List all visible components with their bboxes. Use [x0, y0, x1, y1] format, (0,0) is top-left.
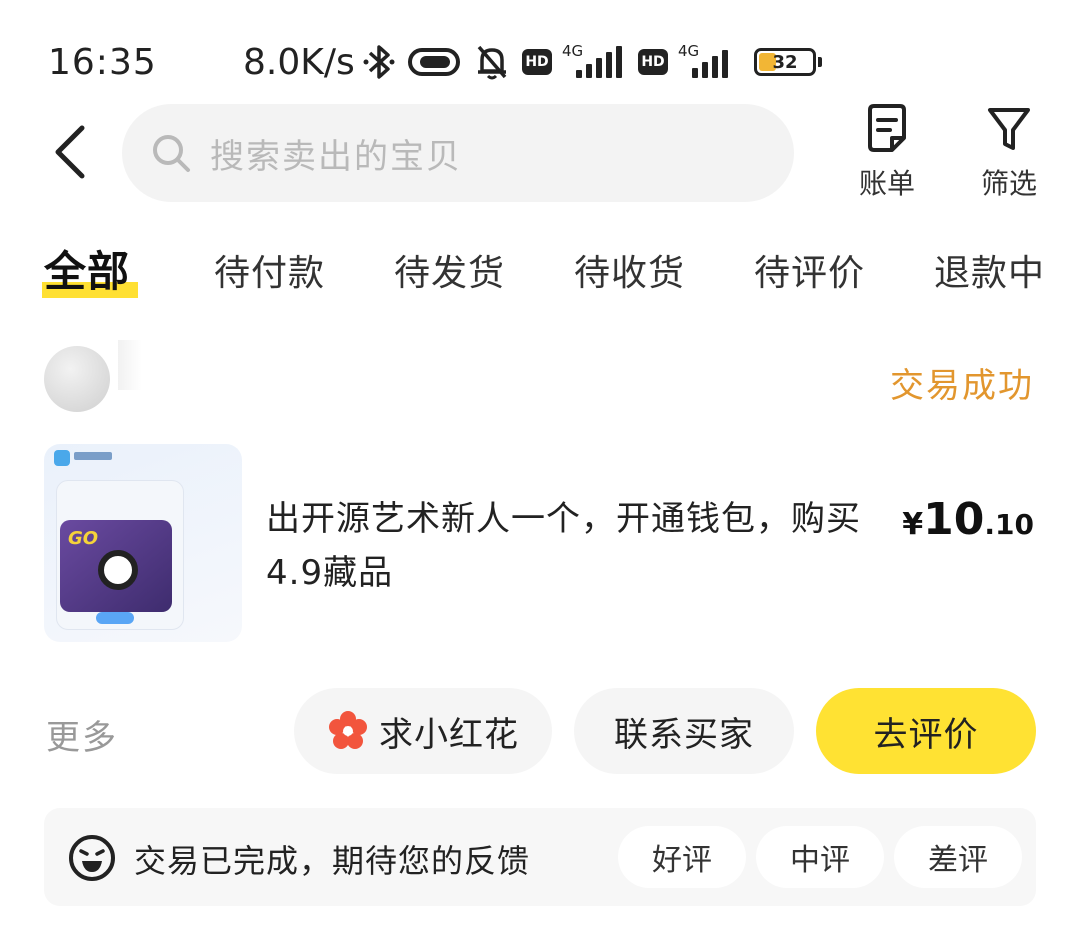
signal-icon: 4G — [562, 42, 628, 82]
ask-flower-label: 求小红花 — [379, 714, 519, 755]
rating-bad-button[interactable]: 差评 — [894, 826, 1022, 888]
order-tabs: 全部 待付款 待发货 待收货 待评价 退款中 — [0, 236, 1080, 306]
search-input[interactable]: 搜索卖出的宝贝 — [122, 104, 794, 202]
artwork-lettering: GO — [68, 528, 99, 549]
search-placeholder: 搜索卖出的宝贝 — [210, 136, 462, 177]
back-button[interactable] — [50, 122, 100, 182]
status-bar: 16:35 8.0K/s HD 4G HD 4G 32 — [0, 0, 1080, 110]
filter-label: 筛选 — [980, 167, 1037, 200]
product-title[interactable]: 出开源艺术新人一个，开通钱包，购买4.9藏品 — [266, 492, 886, 600]
battery-icon: 32 — [754, 48, 816, 76]
signal-icon: 4G — [678, 42, 744, 82]
flower-icon — [329, 711, 367, 749]
network-speed: 8.0K/s — [243, 42, 355, 83]
battery-level: 32 — [772, 51, 798, 73]
product-thumbnail[interactable]: GO — [44, 444, 242, 642]
rating-good-button[interactable]: 好评 — [618, 826, 746, 888]
tab-refunding[interactable]: 退款中 — [934, 244, 1045, 296]
tab-all[interactable]: 全部 — [44, 238, 130, 299]
buyer-name-blurred — [118, 340, 142, 390]
filter-icon — [988, 108, 1030, 150]
bluetooth-icon — [363, 45, 395, 79]
ask-flower-button[interactable]: 求小红花 — [294, 688, 552, 774]
write-review-button[interactable]: 去评价 — [816, 688, 1036, 774]
hd-icon: HD — [638, 49, 668, 75]
more-button[interactable]: 更多 — [46, 710, 118, 759]
thumbnail-button — [96, 612, 134, 624]
app-logo-icon — [54, 450, 70, 466]
chevron-left-icon — [55, 125, 85, 179]
order-status: 交易成功 — [890, 366, 1034, 406]
smiley-face-icon — [69, 835, 115, 881]
tab-pending-shipment[interactable]: 待发货 — [394, 244, 505, 296]
feedback-message: 交易已完成，期待您的反馈 — [134, 842, 531, 880]
buyer-avatar[interactable] — [44, 346, 110, 412]
search-icon — [153, 135, 190, 172]
tab-pending-review[interactable]: 待评价 — [754, 244, 865, 296]
app-logo-wordmark — [74, 452, 112, 460]
order-price: ¥10.10 — [902, 494, 1034, 545]
status-icons: HD 4G HD 4G 32 — [362, 40, 822, 84]
link-icon — [408, 48, 460, 76]
contact-buyer-button[interactable]: 联系买家 — [574, 688, 794, 774]
clock: 16:35 — [48, 42, 157, 83]
mute-icon — [477, 45, 507, 80]
filter-button[interactable]: 筛选 — [964, 104, 1054, 202]
hd-icon: HD — [522, 49, 552, 75]
rating-neutral-button[interactable]: 中评 — [756, 826, 884, 888]
bill-button[interactable]: 账单 — [842, 104, 932, 202]
artwork-image: GO — [60, 520, 172, 612]
tab-pending-receipt[interactable]: 待收货 — [574, 244, 685, 296]
price-currency: ¥ — [902, 507, 924, 542]
bill-icon — [868, 104, 906, 152]
bill-label: 账单 — [858, 167, 915, 200]
tab-pending-payment[interactable]: 待付款 — [214, 244, 325, 296]
feedback-banner: 交易已完成，期待您的反馈 好评 中评 差评 — [44, 808, 1036, 906]
panda-icon — [98, 550, 138, 590]
price-integer: 10 — [923, 494, 985, 545]
price-decimal: .10 — [984, 508, 1034, 541]
battery-tip — [818, 57, 822, 67]
